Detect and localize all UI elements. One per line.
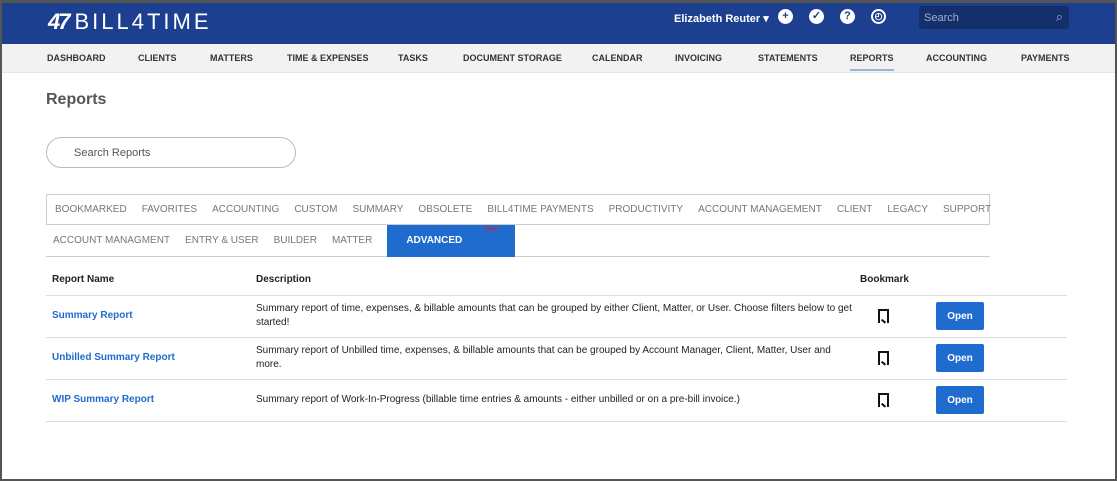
col-description: Description [250,265,854,296]
tab-advanced[interactable]: ADVANCED New [387,224,516,257]
nav-payments[interactable]: PAYMENTS [1021,53,1070,63]
tab-entry-user[interactable]: ENTRY & USER [185,235,259,246]
tab-builder[interactable]: BUILDER [274,235,317,246]
tab-account-management[interactable]: ACCOUNT MANAGEMENT [698,204,822,215]
tab-matter[interactable]: MATTER [332,235,372,246]
main-nav: DASHBOARD CLIENTS MATTERS TIME & EXPENSES TA… [2,44,1115,73]
nav-dashboard[interactable]: DASHBOARD [47,53,106,63]
plus-icon[interactable]: + [778,9,793,24]
table-row: Summary Report Summary report of time, ex… [46,295,1067,338]
nav-clients[interactable]: CLIENTS [138,53,177,63]
col-report-name: Report Name [46,265,250,296]
check-icon[interactable]: ✓ [809,9,824,24]
col-bookmark: Bookmark [854,265,930,296]
bookmark-icon[interactable] [878,308,889,323]
table-row: Unbilled Summary Report Summary report of… [46,337,1067,380]
nav-matters[interactable]: MATTERS [210,53,253,63]
report-description: Summary report of Work-In-Progress (bill… [250,379,854,422]
report-description: Summary report of Unbilled time, expense… [250,337,854,380]
tab-obsolete[interactable]: OBSOLETE [418,204,472,215]
search-icon[interactable]: ⌕ [1056,9,1063,25]
nav-invoicing[interactable]: INVOICING [675,53,722,63]
report-link[interactable]: Unbilled Summary Report [52,352,175,363]
tab-bill4time-payments[interactable]: BILL4TIME PAYMENTS [487,204,593,215]
report-description: Summary report of time, expenses, & bill… [250,295,854,338]
nav-document-storage[interactable]: DOCUMENT STORAGE [463,53,562,63]
tab-custom[interactable]: CUSTOM [294,204,337,215]
page-title: Reports [46,91,107,108]
table-row: WIP Summary Report Summary report of Work… [46,379,1067,422]
open-button[interactable]: Open [936,344,984,372]
nav-reports[interactable]: REPORTS [850,53,894,71]
bookmark-icon[interactable] [878,350,889,365]
new-badge: New [484,225,499,233]
tab-summary[interactable]: SUMMARY [352,204,403,215]
tab-productivity[interactable]: PRODUCTIVITY [609,204,683,215]
top-header: 47 BILL4TIME Elizabeth Reuter ▾ + ✓ ? ◴ S… [2,3,1115,44]
tab-accounting[interactable]: ACCOUNTING [212,204,279,215]
nav-accounting[interactable]: ACCOUNTING [926,53,987,63]
report-link[interactable]: WIP Summary Report [52,394,154,405]
bookmark-icon[interactable] [878,392,889,407]
search-reports-input[interactable]: Search Reports [46,137,296,168]
nav-tasks[interactable]: TASKS [398,53,428,63]
user-menu[interactable]: Elizabeth Reuter ▾ [674,12,769,25]
nav-calendar[interactable]: CALENDAR [592,53,643,63]
report-tabs: BOOKMARKED FAVORITES ACCOUNTING CUSTOM SUMMA… [46,194,991,257]
tab-legacy[interactable]: LEGACY [887,204,928,215]
report-link[interactable]: Summary Report [52,310,133,321]
tab-bookmarked[interactable]: BOOKMARKED [55,204,127,215]
open-button[interactable]: Open [936,386,984,414]
global-search-input[interactable]: Search ⌕ [919,6,1069,29]
help-icon[interactable]: ? [840,9,855,24]
open-button[interactable]: Open [936,302,984,330]
tab-favorites[interactable]: FAVORITES [142,204,197,215]
nav-time-expenses[interactable]: TIME & EXPENSES [287,53,369,63]
tab-account-managment[interactable]: ACCOUNT MANAGMENT [53,235,170,246]
clock-icon[interactable]: ◴ [871,9,886,24]
reports-table: Report Name Description Bookmark Summary… [46,265,1067,422]
nav-statements[interactable]: STATEMENTS [758,53,818,63]
logo[interactable]: 47 BILL4TIME [48,9,212,35]
tab-support[interactable]: SUPPORT [943,204,991,215]
tab-client[interactable]: CLIENT [837,204,873,215]
